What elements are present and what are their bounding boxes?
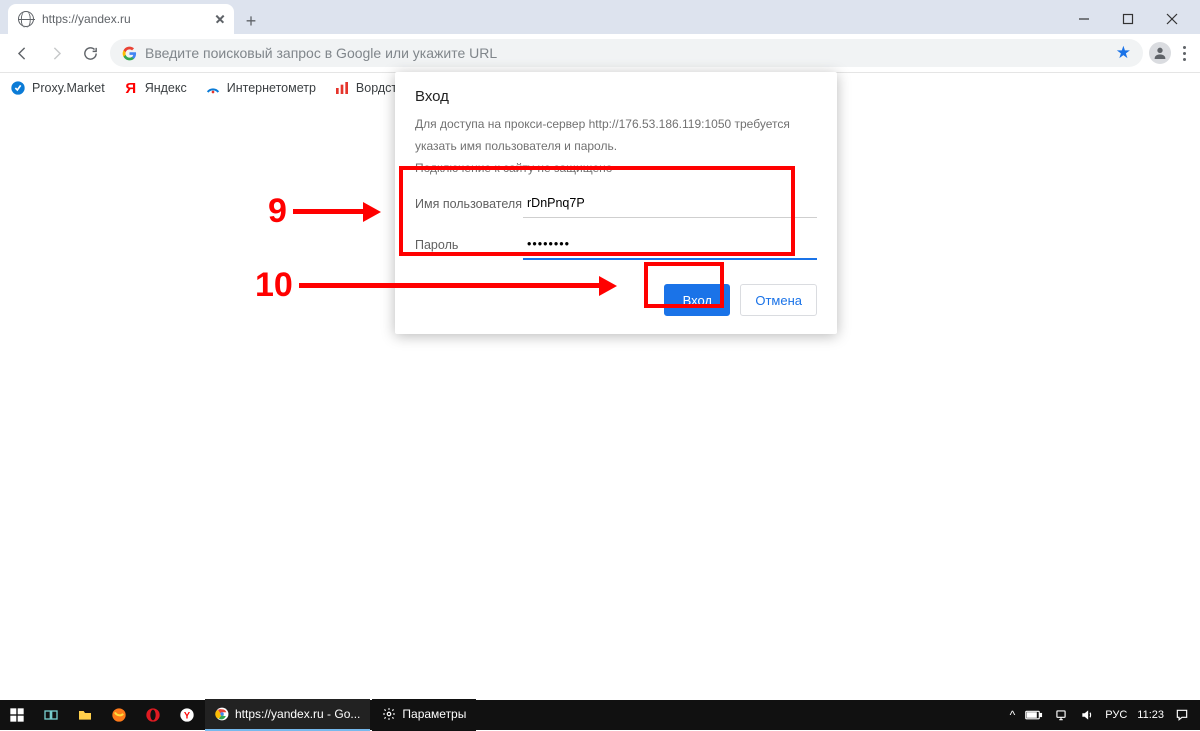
back-button[interactable] [8, 39, 36, 67]
yandex-icon: Я [123, 80, 139, 96]
close-tab-icon[interactable] [212, 11, 228, 27]
dialog-title: Вход [415, 88, 817, 105]
username-row: Имя пользователя [415, 189, 817, 218]
internetometer-icon [205, 80, 221, 96]
bookmark-yandex[interactable]: Я Яндекс [123, 80, 187, 96]
battery-icon[interactable] [1025, 709, 1043, 721]
forward-button[interactable] [42, 39, 70, 67]
omnibox-placeholder: Введите поисковый запрос в Google или ук… [145, 45, 1108, 61]
bookmark-label: Интернетометр [227, 81, 316, 95]
yandex-browser-icon[interactable]: Y [170, 700, 204, 730]
auth-dialog: Вход Для доступа на прокси-сервер http:/… [395, 72, 837, 334]
input-language[interactable]: РУС [1105, 709, 1127, 721]
username-label: Имя пользователя [415, 197, 523, 211]
username-input[interactable] [523, 189, 817, 218]
bookmark-label: Яндекс [145, 81, 187, 95]
taskbar-task-label: https://yandex.ru - Go... [235, 707, 360, 721]
dialog-message-2: указать имя пользователя и пароль. [415, 137, 817, 155]
svg-text:Y: Y [184, 710, 191, 720]
browser-tab[interactable]: https://yandex.ru [8, 4, 234, 34]
reload-button[interactable] [76, 39, 104, 67]
password-label: Пароль [415, 238, 523, 252]
close-window-button[interactable] [1150, 4, 1194, 34]
action-center-icon[interactable] [1174, 708, 1190, 722]
explorer-icon[interactable] [68, 700, 102, 730]
bookmark-internetometer[interactable]: Интернетометр [205, 80, 316, 96]
google-g-icon [122, 46, 137, 61]
new-tab-button[interactable]: + [238, 8, 264, 34]
password-row: Пароль [415, 230, 817, 260]
taskbar-task-label: Параметры [402, 707, 466, 721]
taskview-icon[interactable] [34, 700, 68, 730]
start-button[interactable] [0, 700, 34, 730]
password-input[interactable] [523, 230, 817, 260]
omnibox[interactable]: Введите поисковый запрос в Google или ук… [110, 39, 1143, 67]
maximize-button[interactable] [1106, 4, 1150, 34]
taskbar-chrome-task[interactable]: https://yandex.ru - Go... [205, 699, 370, 731]
login-button[interactable]: Вход [664, 284, 730, 316]
window-controls [1062, 4, 1194, 34]
profile-avatar[interactable] [1149, 42, 1171, 64]
cancel-button[interactable]: Отмена [740, 284, 817, 316]
volume-icon[interactable] [1079, 708, 1095, 722]
bookmark-star-icon[interactable]: ★ [1116, 43, 1131, 63]
opera-icon[interactable] [136, 700, 170, 730]
clock[interactable]: 11:23 [1137, 709, 1164, 721]
globe-icon [18, 11, 34, 27]
dialog-buttons: Вход Отмена [415, 284, 817, 316]
dialog-message-1: Для доступа на прокси-сервер http://176.… [415, 115, 817, 133]
tab-title: https://yandex.ru [42, 12, 204, 26]
bookmark-label: Proxy.Market [32, 81, 105, 95]
minimize-button[interactable] [1062, 4, 1106, 34]
dialog-message-3: Подключение к сайту не защищено [415, 159, 817, 177]
tab-strip: https://yandex.ru + [0, 0, 1200, 34]
menu-button[interactable] [1177, 40, 1192, 67]
system-tray: ^ РУС 11:23 [1000, 708, 1200, 722]
toolbar: Введите поисковый запрос в Google или ук… [0, 34, 1200, 73]
network-icon[interactable] [1053, 708, 1069, 722]
tray-chevron-icon[interactable]: ^ [1010, 708, 1016, 722]
wordstat-icon [334, 80, 350, 96]
firefox-icon[interactable] [102, 700, 136, 730]
taskbar: Y https://yandex.ru - Go... Параметры ^ … [0, 700, 1200, 730]
proxy-market-icon [10, 80, 26, 96]
taskbar-settings-task[interactable]: Параметры [372, 699, 476, 731]
bookmark-proxy-market[interactable]: Proxy.Market [10, 80, 105, 96]
